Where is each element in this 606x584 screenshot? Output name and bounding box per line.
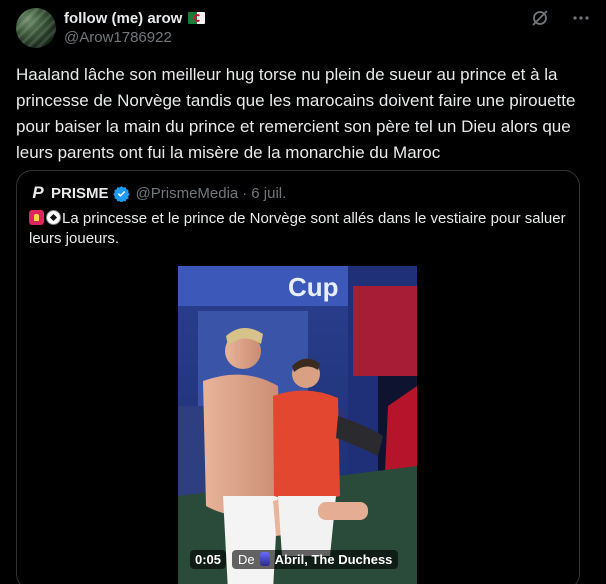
quoted-text: La princesse et le prince de Norvège son… (29, 210, 566, 247)
user-handle[interactable]: @Arow1786922 (64, 29, 172, 46)
quoted-text-block: La princesse et le prince de Norvège son… (29, 209, 569, 249)
display-name[interactable]: follow (me) arow (64, 10, 182, 27)
grok-icon[interactable] (530, 8, 550, 28)
video-source[interactable]: De Abril, The Duchess (232, 549, 399, 569)
algeria-flag-icon (188, 12, 206, 24)
quoted-date[interactable]: 6 juil. (251, 185, 286, 202)
separator-dot: · (242, 184, 248, 202)
quoted-handle[interactable]: @PrismeMedia (136, 185, 239, 202)
quoted-video[interactable]: Cup 0:05 De Abril, The Duchess (178, 266, 417, 584)
source-prefix: De (238, 551, 255, 567)
prisme-logo: P (32, 183, 44, 202)
header-actions (530, 8, 590, 28)
tweet[interactable]: follow (me) arow @Arow1786922 Haaland lâ… (0, 0, 606, 584)
quoted-display-name[interactable]: PRISME (51, 185, 109, 202)
video-timecode: 0:05 (190, 549, 227, 569)
quoted-tweet[interactable]: P PRISME @PrismeMedia · 6 juil. La princ… (16, 170, 580, 584)
name-row: follow (me) arow (64, 8, 206, 28)
video-overlay: 0:05 De Abril, The Duchess (190, 549, 399, 569)
source-name: Abril, The Duchess (274, 551, 393, 567)
more-icon[interactable] (572, 9, 590, 27)
tweet-header: follow (me) arow @Arow1786922 (16, 8, 590, 52)
quoted-tweet-header: P PRISME @PrismeMedia · 6 juil. (29, 183, 286, 203)
video-frame-illustration: Cup (178, 266, 417, 584)
soccer-ball-emoji-icon (46, 210, 61, 225)
avatar[interactable] (16, 8, 56, 48)
siren-emoji-icon (29, 210, 44, 225)
source-avatar (259, 552, 270, 566)
verified-badge-icon (112, 185, 130, 202)
tweet-text: Haaland lâche son meilleur hug torse nu … (16, 65, 576, 162)
svg-text:Cup: Cup (288, 272, 339, 302)
